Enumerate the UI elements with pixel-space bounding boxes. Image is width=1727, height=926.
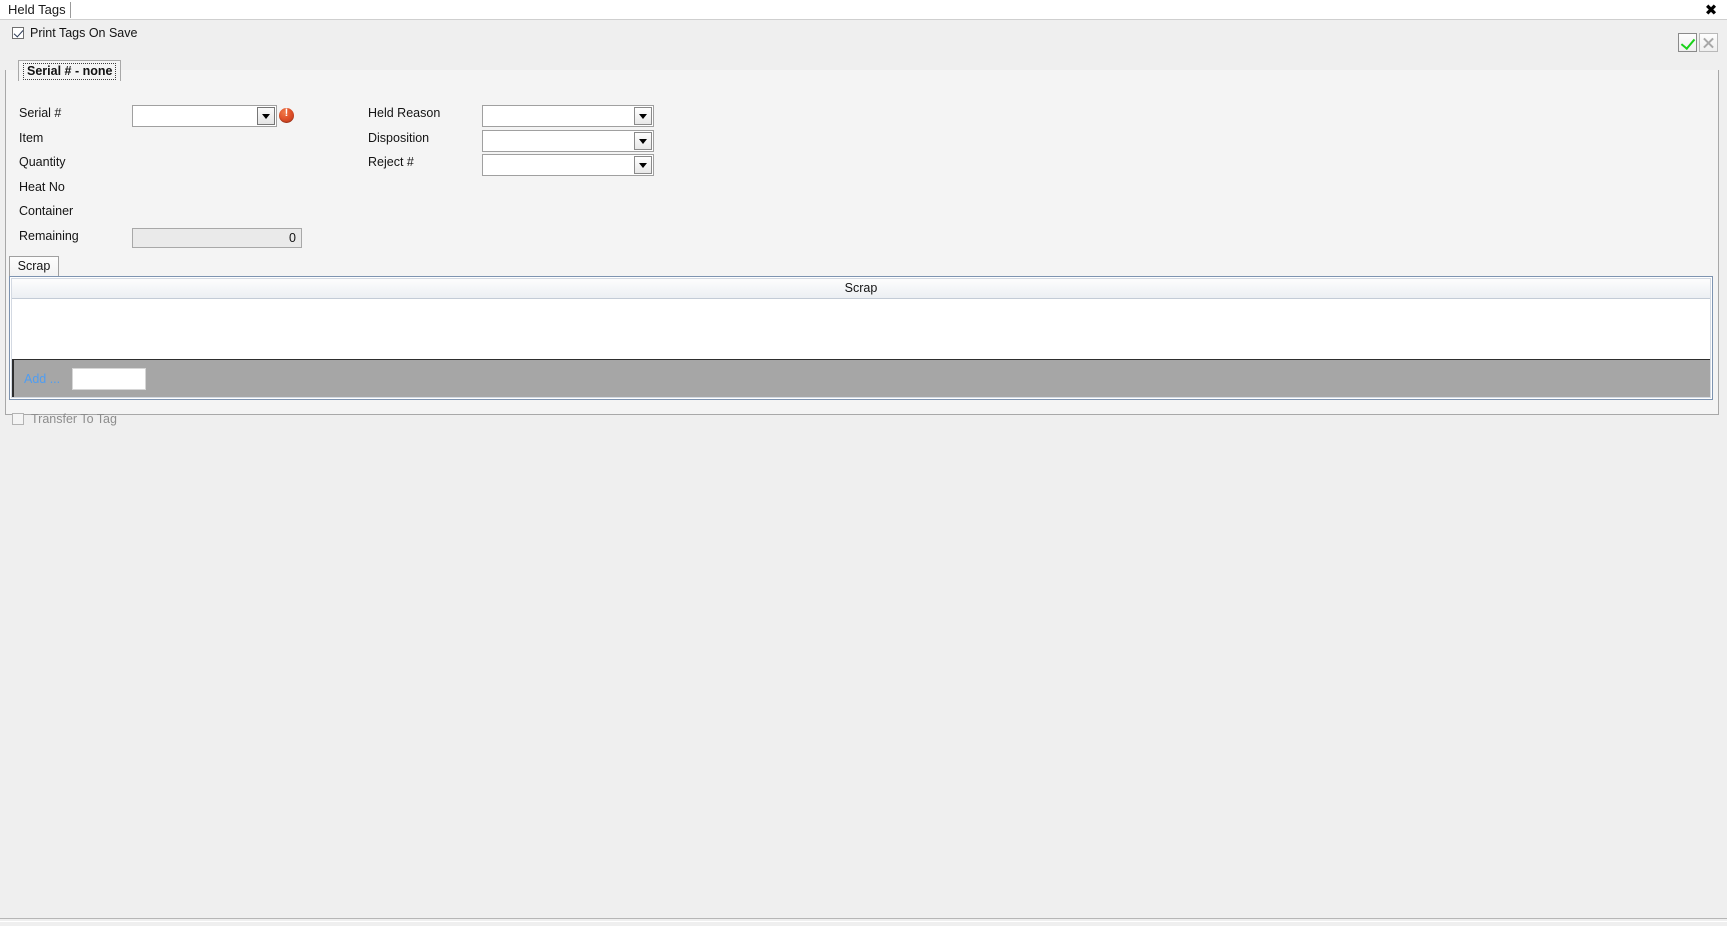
scrap-grid-column-header[interactable]: Scrap (12, 279, 1710, 299)
print-tags-checkbox-box[interactable] (12, 27, 24, 39)
label-held-reason: Held Reason (368, 106, 441, 120)
label-heat-no: Heat No (19, 180, 65, 194)
label-quantity: Quantity (19, 155, 66, 169)
label-container: Container (19, 204, 74, 218)
label-remaining: Remaining (19, 229, 79, 243)
cancel-button[interactable] (1699, 33, 1718, 52)
transfer-to-tag-label: Transfer To Tag (31, 412, 117, 426)
chevron-down-icon[interactable] (634, 132, 652, 150)
scrap-grid: Scrap Add ... (9, 276, 1713, 400)
dialog-action-buttons (1678, 33, 1718, 52)
print-tags-on-save-checkbox[interactable]: Print Tags On Save (12, 24, 137, 42)
save-button[interactable] (1678, 33, 1697, 52)
label-serial-number: Serial # (19, 106, 62, 120)
tab-serial-none-label: Serial # - none (23, 62, 117, 80)
chevron-down-icon[interactable] (257, 107, 275, 125)
chevron-down-icon[interactable] (634, 107, 652, 125)
reject-number-combobox[interactable] (482, 154, 654, 176)
page-body: Print Tags On Save Serial # - none Seria… (0, 20, 1727, 926)
transfer-to-tag-checkbox-box[interactable] (12, 413, 24, 425)
scrap-grid-add-row[interactable]: Add ... (12, 359, 1710, 397)
print-tags-label: Print Tags On Save (30, 26, 138, 40)
add-row-link[interactable]: Add ... (24, 372, 60, 386)
label-reject-no: Reject # (368, 155, 414, 169)
held-reason-combobox[interactable] (482, 105, 654, 127)
window-titlebar: Held Tags ✖ (0, 0, 1727, 20)
scrap-grid-inner: Scrap Add ... (11, 278, 1711, 398)
label-item: Item (19, 131, 44, 145)
remaining-value-field: 0 (132, 228, 302, 248)
scrap-grid-rows (12, 299, 1710, 359)
chevron-down-icon[interactable] (634, 156, 652, 174)
close-icon[interactable]: ✖ (1702, 1, 1720, 19)
check-icon (1680, 34, 1696, 51)
add-row-input[interactable] (72, 367, 147, 390)
serial-group-panel: Serial # - none Serial # Item Quantity H… (5, 60, 1719, 415)
error-icon[interactable] (279, 107, 294, 123)
status-bar-divider (0, 918, 1727, 922)
label-disposition: Disposition (368, 131, 430, 145)
window-tab-held-tags[interactable]: Held Tags (8, 0, 74, 20)
tab-separator (70, 2, 71, 18)
serial-number-combobox[interactable] (132, 105, 277, 127)
disposition-combobox[interactable] (482, 130, 654, 152)
scrap-tabs-container: Scrap Scrap Add ... (9, 256, 1713, 401)
transfer-to-tag-checkbox[interactable]: Transfer To Tag (12, 412, 117, 426)
window-tab-label: Held Tags (8, 2, 66, 17)
tab-scrap[interactable]: Scrap (9, 256, 59, 277)
tab-serial-none[interactable]: Serial # - none (18, 60, 122, 81)
